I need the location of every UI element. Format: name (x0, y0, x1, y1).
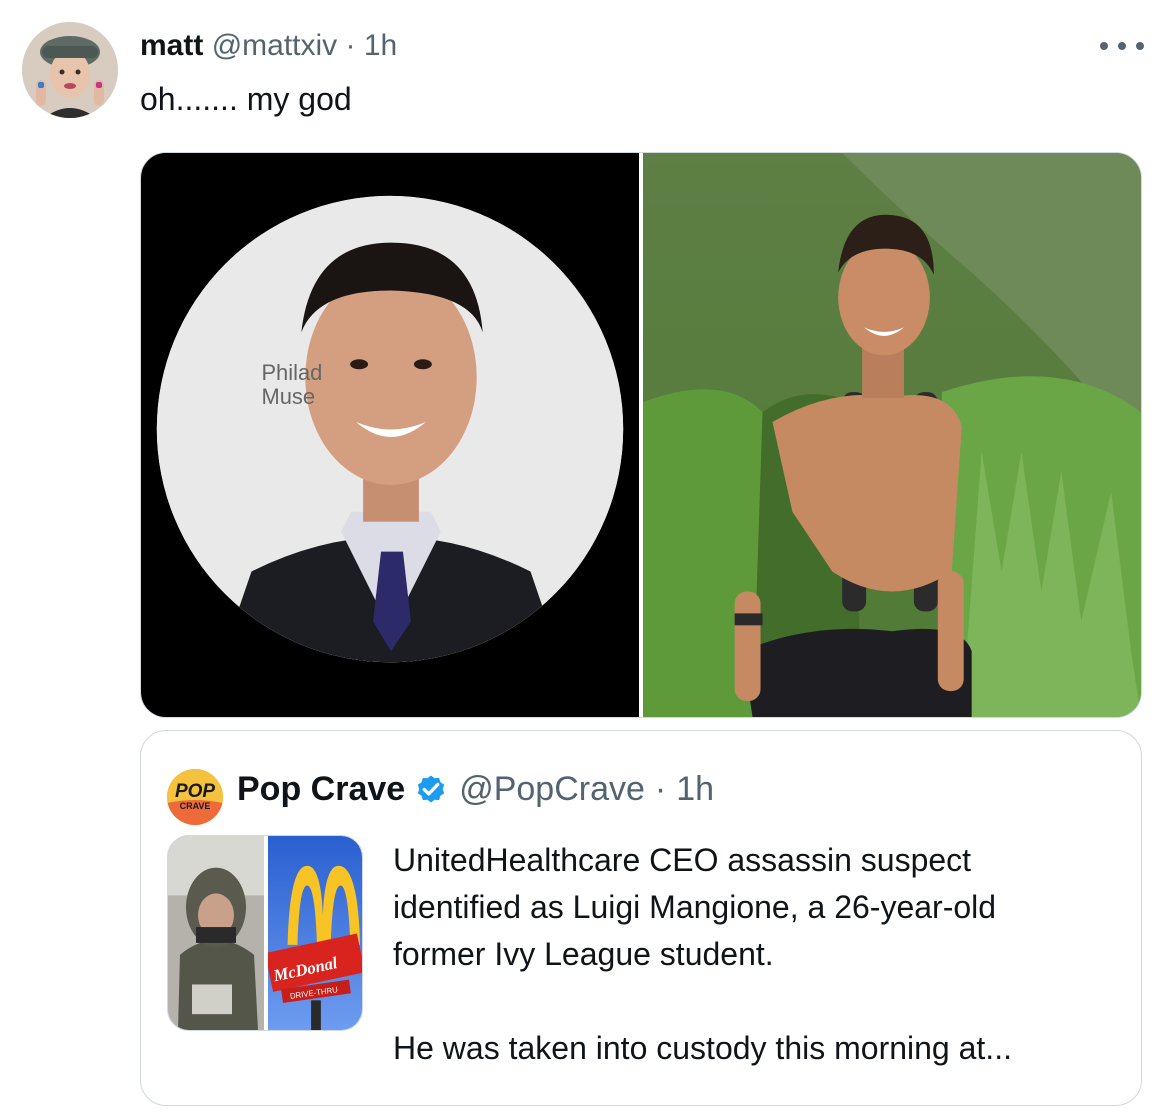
quoted-text-line: He was taken into custody this morning a… (393, 1030, 1012, 1066)
author-handle[interactable]: @mattxiv (212, 29, 337, 62)
background-sign-text-1: Philad (261, 360, 322, 385)
suspect-photo (168, 836, 264, 1030)
quoted-header-separator: · (654, 770, 667, 808)
background-sign-text-2: Muse (261, 384, 315, 409)
header-separator: · (345, 29, 356, 62)
quoted-media-thumbnail[interactable]: McDonal DRIVE-THRU (167, 835, 363, 1031)
tweet-timestamp[interactable]: 1h (364, 29, 397, 62)
quoted-text-line: UnitedHealthcare CEO assassin suspect (393, 842, 972, 878)
more-horizontal-icon (1136, 42, 1144, 50)
mcdonalds-sign-photo: McDonal DRIVE-THRU (268, 836, 362, 1030)
popcrave-logo-icon: POP CRAVE (167, 769, 223, 825)
quoted-author-name[interactable]: Pop Crave (237, 767, 405, 811)
author-avatar[interactable] (22, 22, 118, 118)
more-horizontal-icon (1118, 42, 1126, 50)
quoted-tweet-timestamp[interactable]: 1h (676, 767, 714, 811)
more-options-button[interactable] (1100, 32, 1144, 60)
media-image-left[interactable]: Philad Muse (141, 153, 639, 717)
headshot-photo: Philad Muse (141, 153, 639, 717)
media-image-right[interactable] (643, 153, 1141, 717)
hiking-photo (643, 153, 1141, 717)
tweet-text: oh....... my god (140, 81, 352, 117)
quoted-thumb-right: McDonal DRIVE-THRU (268, 836, 362, 1030)
quoted-text-line: former Ivy League student. (393, 936, 774, 972)
quoted-tweet-header: Pop Crave @PopCrave · 1h (237, 767, 714, 811)
popcrave-avatar[interactable]: POP CRAVE (167, 769, 223, 825)
verified-badge-icon (417, 775, 445, 803)
tweet-header: matt @mattxiv · 1h (140, 26, 397, 66)
more-horizontal-icon (1100, 42, 1108, 50)
quoted-tweet[interactable]: POP CRAVE Pop Crave @PopCrave · 1h McDon… (140, 730, 1142, 1106)
tweet-media: Philad Muse (140, 152, 1142, 718)
logo-text-pop: POP (175, 781, 215, 802)
quoted-tweet-text: UnitedHealthcare CEO assassin suspect id… (393, 837, 1113, 1072)
quoted-author-handle[interactable]: @PopCrave (459, 767, 645, 811)
logo-text-crave: CRAVE (180, 801, 211, 811)
author-name[interactable]: matt (140, 29, 203, 62)
quoted-thumb-left (168, 836, 264, 1030)
quoted-text-line: identified as Luigi Mangione, a 26-year-… (393, 889, 997, 925)
avatar-image (22, 22, 118, 118)
